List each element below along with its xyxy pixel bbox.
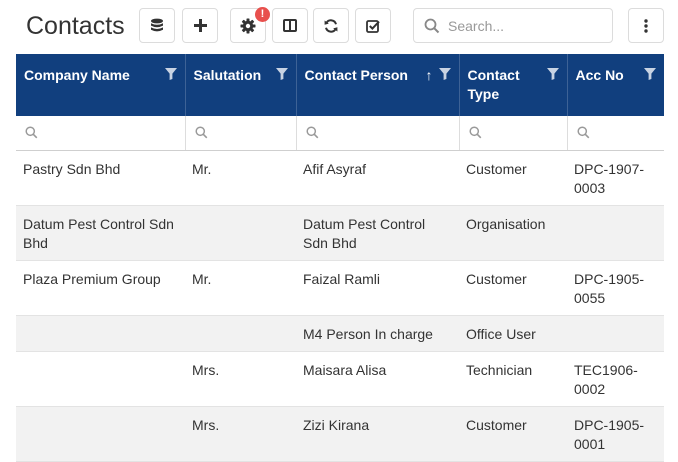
more-button[interactable] [628,8,664,43]
cell-acc-no [567,315,664,352]
plus-icon [193,19,207,32]
table-row[interactable]: Mrs. Maisara Alisa Technician TEC1906-00… [16,351,664,407]
cell-acc-no: DPC-1905-0001 [567,406,664,462]
cell-acc-no [567,205,664,261]
column-header-contact-person[interactable]: Contact Person ↑ [296,54,460,116]
cell-acc-no: DPC-1905-0055 [567,260,664,316]
search-icon [424,18,440,34]
cell-contact-type: Organisation [459,205,567,261]
filter-icon[interactable] [644,68,656,80]
filter-icon[interactable] [275,68,288,80]
cell-company-name: Datum Pest Control Sdn Bhd [16,205,185,261]
cell-salutation: Mr. [185,150,296,206]
filter-icon[interactable] [164,68,177,80]
cell-salutation [185,205,296,261]
refresh-button[interactable] [313,8,349,43]
database-icon [151,18,163,31]
filter-row [16,116,664,151]
column-label: Company Name [24,67,130,83]
cell-contact-type: Customer [459,150,567,206]
column-filter-input[interactable] [567,116,664,151]
search-icon [194,126,207,139]
column-header-company-name[interactable]: Company Name [16,54,186,116]
cell-contact-type: Technician [459,351,567,407]
cell-company-name: Plaza Premium Group [16,260,185,316]
check-square-icon [366,19,380,33]
cell-company-name [16,315,185,352]
columns-icon [283,19,297,32]
column-label: Contact Type [467,67,520,102]
column-label: Salutation [193,67,262,83]
column-header-acc-no[interactable]: Acc No [567,54,664,116]
gear-icon [240,18,256,33]
settings-button[interactable]: ! [230,7,270,43]
column-filter-input[interactable] [185,116,297,151]
cell-contact-person: Datum Pest Control Sdn Bhd [296,205,459,261]
cell-contact-type: Customer [459,260,567,316]
cell-company-name: Pastry Sdn Bhd [16,150,185,206]
cell-acc-no: DPC-1907-0003 [567,150,664,206]
column-filter-input[interactable] [16,116,186,151]
table-row[interactable]: Pastry Sdn Bhd Mr. Afif Asyraf Customer … [16,150,664,206]
filter-icon[interactable] [438,68,451,80]
header-row: Company Name Salutation Contact Person ↑… [16,54,664,116]
column-filter-input[interactable] [296,116,460,151]
cell-acc-no: TEC1906-0002 [567,351,664,407]
table-row[interactable]: M4 Person In charge Office User [16,315,664,352]
search-icon [576,126,589,139]
notification-badge: ! [255,7,270,22]
cell-company-name [16,406,185,462]
search-icon [25,126,38,139]
page-title: Contacts [26,12,125,40]
column-header-salutation[interactable]: Salutation [185,54,297,116]
cell-salutation: Mrs. [185,351,296,407]
cell-salutation [185,315,296,352]
column-label: Acc No [575,67,624,83]
filter-icon[interactable] [546,68,559,80]
cell-salutation: Mrs. [185,406,296,462]
search-icon [305,126,318,139]
search-input[interactable] [446,9,606,42]
cell-contact-person: Afif Asyraf [296,150,459,206]
table-row[interactable]: Plaza Premium Group Mr. Faizal Ramli Cus… [16,260,664,316]
cell-contact-type: Customer [459,406,567,462]
cell-contact-person: Maisara Alisa [296,351,459,407]
cell-company-name [16,351,185,407]
search-icon [468,126,481,139]
contacts-grid: Company Name Salutation Contact Person ↑… [16,54,664,462]
cell-contact-person: M4 Person In charge [296,315,459,352]
column-label: Contact Person [304,67,408,83]
database-button[interactable] [139,8,175,43]
select-button[interactable] [355,8,391,43]
cell-contact-type: Office User [459,315,567,352]
vertical-ellipsis-icon [644,18,648,33]
columns-button[interactable] [272,8,308,43]
sort-ascending-icon[interactable]: ↑ [426,66,433,85]
refresh-icon [324,18,338,33]
column-header-contact-type[interactable]: Contact Type [459,54,568,116]
cell-contact-person: Zizi Kirana [296,406,459,462]
cell-contact-person: Faizal Ramli [296,260,459,316]
cell-salutation: Mr. [185,260,296,316]
add-button[interactable] [182,8,218,43]
table-row[interactable]: Datum Pest Control Sdn Bhd Datum Pest Co… [16,205,664,261]
table-row[interactable]: Mrs. Zizi Kirana Customer DPC-1905-0001 [16,406,664,462]
column-filter-input[interactable] [459,116,568,151]
search-box[interactable] [413,8,613,43]
